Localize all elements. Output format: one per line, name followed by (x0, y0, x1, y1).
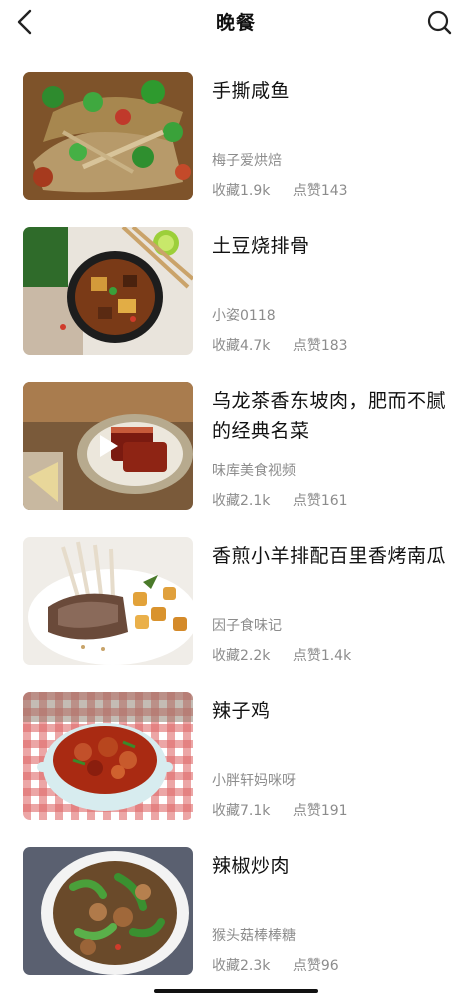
play-icon (100, 435, 118, 457)
recipe-thumbnail (23, 847, 193, 975)
favorites-count: 收藏1.9k (212, 183, 271, 199)
recipe-item[interactable]: 乌龙茶香东坡肉，肥而不腻的经典名菜 味库美食视频 收藏2.1k 点赞161 (0, 382, 472, 537)
favorites-count: 收藏2.2k (212, 648, 271, 664)
recipe-stats: 收藏2.2k 点赞1.4k (212, 645, 369, 665)
recipe-author: 猴头菇棒棒糖 (212, 928, 296, 944)
recipe-thumbnail (23, 382, 193, 510)
favorites-count: 收藏2.3k (212, 958, 271, 974)
recipe-author: 因子食味记 (212, 618, 282, 634)
recipe-author: 小胖轩妈咪呀 (212, 773, 296, 789)
recipe-author: 小姿0118 (212, 308, 276, 324)
spicy-chicken-image (23, 692, 193, 820)
likes-count: 点赞96 (292, 958, 339, 974)
favorites-count: 收藏7.1k (212, 803, 271, 819)
recipe-author: 味库美食视频 (212, 463, 296, 479)
recipe-title: 土豆烧排骨 (212, 235, 310, 257)
recipe-item[interactable]: 辣子鸡 小胖轩妈咪呀 收藏7.1k 点赞191 (0, 692, 472, 847)
likes-count: 点赞1.4k (292, 648, 352, 664)
recipe-item[interactable]: 手撕咸鱼 梅子爱烘焙 收藏1.9k 点赞143 (0, 72, 472, 227)
likes-count: 点赞143 (292, 183, 348, 199)
recipe-title: 辣子鸡 (212, 700, 271, 722)
recipe-list: 手撕咸鱼 梅子爱烘焙 收藏1.9k 点赞143 土豆烧排骨 小姿0118 收藏4… (0, 72, 472, 1002)
recipe-stats: 收藏1.9k 点赞143 (212, 180, 366, 200)
favorites-count: 收藏2.1k (212, 493, 271, 509)
ribs-dish-image (23, 227, 193, 355)
likes-count: 点赞161 (292, 493, 348, 509)
recipe-title: 手撕咸鱼 (212, 80, 291, 102)
recipe-item[interactable]: 辣椒炒肉 猴头菇棒棒糖 收藏2.3k 点赞96 (0, 847, 472, 1002)
recipe-thumbnail (23, 692, 193, 820)
recipe-stats: 收藏2.3k 点赞96 (212, 955, 357, 975)
recipe-title: 香煎小羊排配百里香烤南瓜 (212, 545, 447, 567)
recipe-thumbnail (23, 537, 193, 665)
recipe-item[interactable]: 香煎小羊排配百里香烤南瓜 因子食味记 收藏2.2k 点赞1.4k (0, 537, 472, 692)
recipe-thumbnail (23, 227, 193, 355)
fish-dish-image (23, 72, 193, 200)
search-button[interactable] (424, 6, 454, 38)
recipe-title: 辣椒炒肉 (212, 855, 291, 877)
home-indicator[interactable] (154, 989, 318, 993)
recipe-author: 梅子爱烘焙 (212, 153, 282, 169)
pepper-pork-image (23, 847, 193, 975)
search-icon (427, 10, 452, 35)
favorites-count: 收藏4.7k (212, 338, 271, 354)
likes-count: 点赞191 (292, 803, 348, 819)
lamb-chops-image (23, 537, 193, 665)
app-header: 晚餐 (0, 0, 472, 44)
recipe-stats: 收藏4.7k 点赞183 (212, 335, 366, 355)
recipe-thumbnail (23, 72, 193, 200)
page-title: 晚餐 (215, 12, 256, 34)
recipe-title: 乌龙茶香东坡肉，肥而不腻的经典名菜 (212, 390, 447, 442)
recipe-stats: 收藏2.1k 点赞161 (212, 490, 366, 510)
recipe-stats: 收藏7.1k 点赞191 (212, 800, 366, 820)
likes-count: 点赞183 (292, 338, 348, 354)
recipe-item[interactable]: 土豆烧排骨 小姿0118 收藏4.7k 点赞183 (0, 227, 472, 382)
